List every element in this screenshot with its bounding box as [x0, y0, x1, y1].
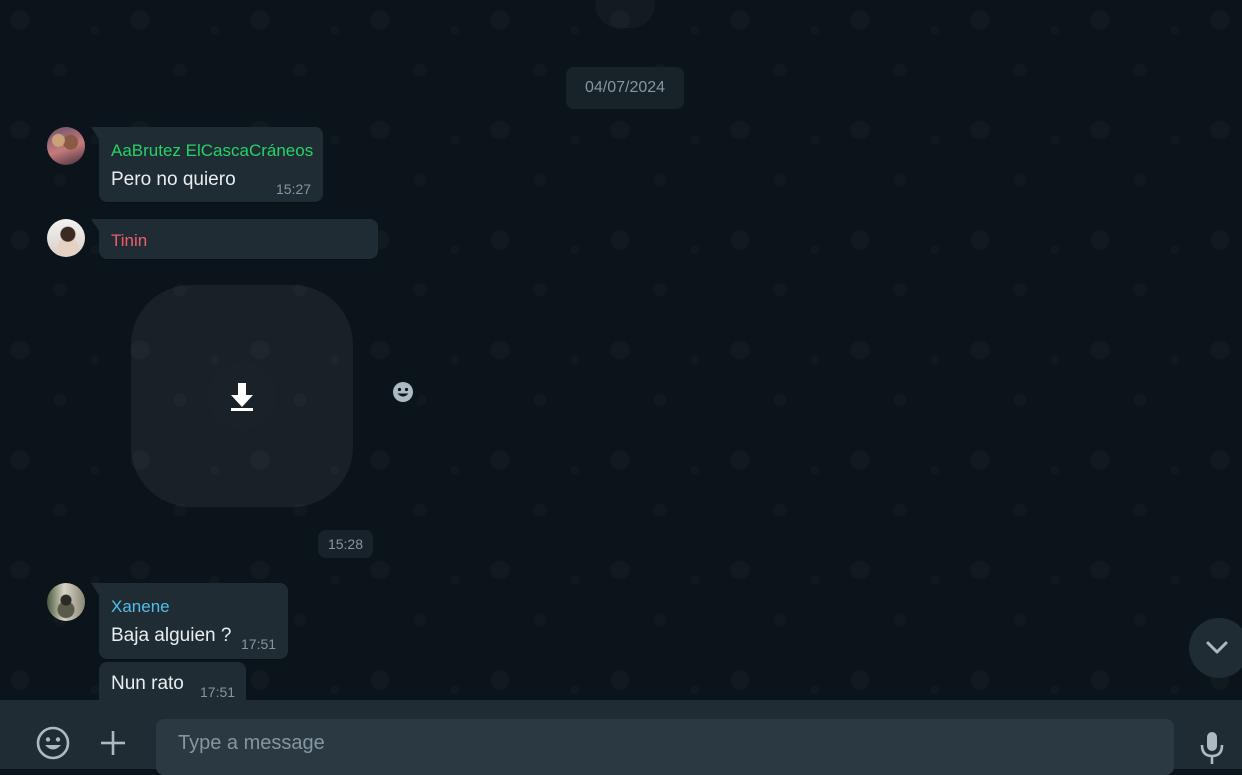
scroll-to-bottom-button[interactable]: [1189, 618, 1242, 678]
emoji-button[interactable]: [34, 724, 72, 762]
chat-messages-area[interactable]: 04/07/2024 AaBrutez ElCascaCráneos Pero …: [0, 0, 1242, 700]
sticker-time: 15:28: [318, 530, 373, 558]
message-time: 17:51: [241, 636, 277, 652]
message-input[interactable]: [156, 719, 1174, 775]
message-bubble[interactable]: AaBrutez ElCascaCráneos Pero no quiero 1…: [91, 127, 323, 202]
emoji-icon: [36, 726, 70, 760]
message-bubble[interactable]: Xanene Baja alguien ? 17:51: [91, 583, 288, 659]
message-composer: [0, 700, 1242, 775]
date-separator: 04/07/2024: [566, 67, 684, 109]
plus-icon: [101, 731, 125, 755]
sticker-time-label: 15:28: [327, 536, 364, 552]
smiley-icon: [393, 382, 413, 402]
avatar[interactable]: [47, 219, 85, 257]
sender-name[interactable]: Tinin: [111, 231, 147, 251]
message-text: Pero no quiero: [111, 169, 236, 190]
message-text: Nun rato: [111, 673, 184, 694]
message-text: Baja alguien ?: [111, 625, 232, 646]
message-bubble[interactable]: Tinin: [91, 219, 378, 259]
avatar[interactable]: [47, 583, 85, 621]
attach-button[interactable]: [96, 726, 130, 760]
message-bubble[interactable]: Nun rato 17:51: [99, 662, 246, 700]
partial-sticker: [595, 0, 655, 28]
react-button[interactable]: [386, 375, 420, 409]
date-separator-label: 04/07/2024: [584, 79, 666, 96]
voice-message-button[interactable]: [1196, 728, 1228, 768]
download-icon: [231, 383, 253, 411]
sender-name[interactable]: Xanene: [111, 597, 170, 617]
message-time: 15:27: [276, 181, 312, 197]
mic-icon: [1200, 732, 1224, 764]
sender-name[interactable]: AaBrutez ElCascaCráneos: [111, 141, 313, 161]
chevron-down-icon: [1206, 641, 1228, 654]
sticker-placeholder[interactable]: [131, 285, 353, 507]
download-button[interactable]: [208, 362, 276, 430]
avatar[interactable]: [47, 127, 85, 165]
message-time: 17:51: [200, 684, 236, 700]
